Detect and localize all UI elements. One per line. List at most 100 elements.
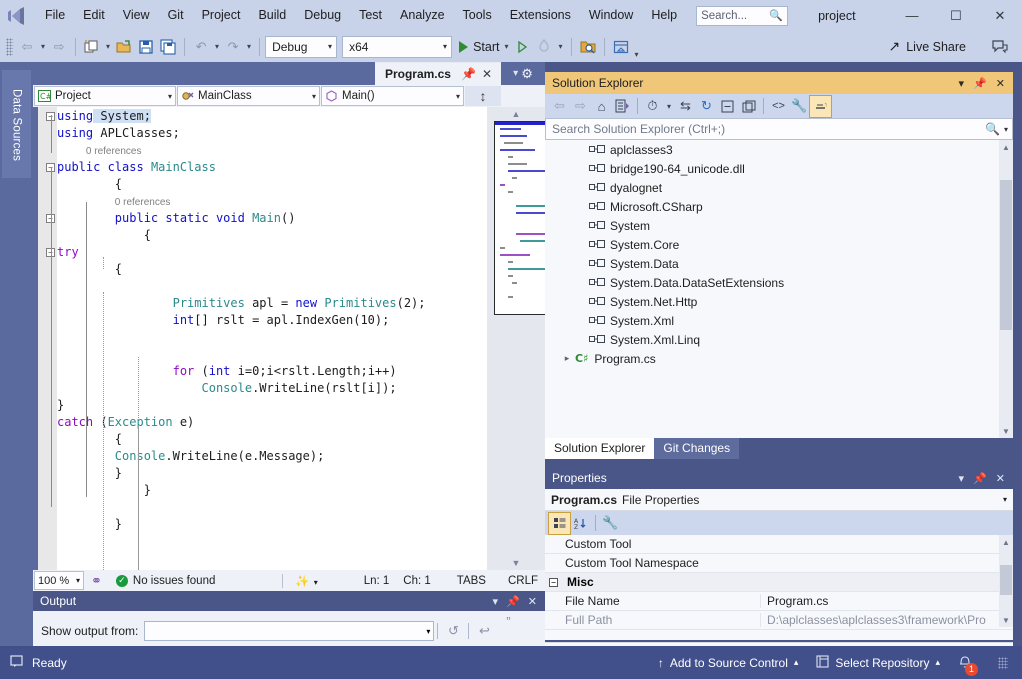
- menu-build[interactable]: Build: [249, 0, 295, 31]
- redo-icon[interactable]: ↷: [222, 35, 244, 59]
- scroll-up-icon[interactable]: ▲: [487, 107, 545, 121]
- pin-icon[interactable]: 📌: [973, 472, 987, 485]
- collapse-all-icon[interactable]: [717, 96, 738, 117]
- show-all-files-icon[interactable]: [738, 96, 759, 117]
- code-line[interactable]: try: [57, 244, 487, 261]
- tree-item[interactable]: System.Xml.Linq: [545, 330, 1013, 349]
- solution-platform-select[interactable]: x64 ▾: [342, 36, 452, 58]
- navigate-back-icon[interactable]: ⇦: [549, 96, 570, 117]
- scroll-down-icon[interactable]: ▼: [999, 424, 1013, 438]
- editor-gutter[interactable]: [38, 107, 57, 570]
- code-line[interactable]: {: [57, 261, 487, 278]
- toggle-quotes-icon[interactable]: ”: [496, 611, 520, 631]
- close-button[interactable]: ✕: [978, 0, 1022, 31]
- navbar-project-select[interactable]: C# Project ▾: [34, 86, 176, 106]
- properties-row[interactable]: Custom Tool Namespace: [545, 554, 1013, 573]
- tree-item[interactable]: System.Data.DataSetExtensions: [545, 273, 1013, 292]
- toolbar-overflow-icon[interactable]: ▾: [632, 50, 642, 62]
- new-project-dropdown-icon[interactable]: ▾: [103, 42, 113, 51]
- tree-item[interactable]: System.Data: [545, 254, 1013, 273]
- menu-tools[interactable]: Tools: [454, 0, 501, 31]
- scrollbar-thumb[interactable]: [1000, 180, 1012, 330]
- resize-grip[interactable]: [998, 657, 1008, 669]
- undo-dropdown-icon[interactable]: ▾: [212, 42, 222, 51]
- search-input[interactable]: Search... 🔍: [696, 6, 788, 26]
- window-layout-icon[interactable]: [610, 35, 632, 59]
- hot-reload-icon[interactable]: [533, 35, 555, 59]
- tree-item[interactable]: System.Core: [545, 235, 1013, 254]
- navigate-back-dropdown-icon[interactable]: ▾: [38, 42, 48, 51]
- tree-item[interactable]: System: [545, 216, 1013, 235]
- editor-minimap[interactable]: [494, 121, 545, 315]
- toolbar-grip[interactable]: [6, 38, 13, 56]
- chevron-down-icon[interactable]: ▾: [1004, 125, 1008, 134]
- menu-debug[interactable]: Debug: [295, 0, 350, 31]
- word-wrap-icon[interactable]: ↩: [472, 621, 496, 641]
- properties-row[interactable]: Custom Tool: [545, 535, 1013, 554]
- code-line[interactable]: }: [57, 397, 487, 414]
- navbar-member-select[interactable]: Main() ▾: [321, 86, 464, 106]
- play-outline-icon[interactable]: [511, 35, 533, 59]
- category-collapse-icon[interactable]: −: [549, 578, 558, 587]
- code-line[interactable]: public class MainClass: [57, 159, 487, 176]
- pin-icon[interactable]: 📌: [458, 67, 479, 81]
- add-to-source-control-button[interactable]: ↑ Add to Source Control ▴: [658, 656, 799, 670]
- chevron-down-icon[interactable]: ▾: [663, 96, 675, 117]
- view-code-icon[interactable]: <>: [768, 96, 789, 117]
- editor-tab-program-cs[interactable]: Program.cs 📌 ✕: [375, 62, 501, 85]
- categorized-icon[interactable]: [549, 513, 570, 534]
- tab-git-changes[interactable]: Git Changes: [654, 438, 739, 459]
- show-output-from-select[interactable]: ▾: [144, 621, 434, 641]
- undo-icon[interactable]: ↶: [190, 35, 212, 59]
- tree-item[interactable]: aplclasses3: [545, 140, 1013, 159]
- code-line[interactable]: catch (Exception e): [57, 414, 487, 431]
- menu-help[interactable]: Help: [642, 0, 686, 31]
- select-repository-button[interactable]: Select Repository ▴: [816, 655, 940, 671]
- code-line[interactable]: using APLClasses;: [57, 125, 487, 142]
- tab-solution-explorer[interactable]: Solution Explorer: [545, 438, 654, 459]
- code-text[interactable]: using System;using APLClasses; 0 referen…: [57, 107, 487, 570]
- code-line[interactable]: public static void Main(): [57, 210, 487, 227]
- zoom-level-select[interactable]: 100 % ▾: [34, 571, 84, 590]
- menu-window[interactable]: Window: [580, 0, 642, 31]
- minimize-button[interactable]: —: [890, 0, 934, 31]
- menu-analyze[interactable]: Analyze: [391, 0, 453, 31]
- navigate-back-icon[interactable]: ⇦: [16, 35, 38, 59]
- notifications-button[interactable]: 1: [958, 654, 972, 672]
- menu-file[interactable]: File: [36, 0, 74, 31]
- code-line[interactable]: {: [57, 227, 487, 244]
- properties-row[interactable]: File NameProgram.cs: [545, 592, 1013, 611]
- code-line[interactable]: Primitives apl = new Primitives(2);: [57, 295, 487, 312]
- brain-icon[interactable]: ⚭: [84, 573, 109, 589]
- scrollbar-thumb[interactable]: [1000, 565, 1012, 595]
- tree-item[interactable]: System.Net.Http: [545, 292, 1013, 311]
- split-editor-icon[interactable]: ↕: [465, 86, 501, 106]
- alphabetical-sort-icon[interactable]: AZ: [570, 513, 591, 534]
- gear-icon[interactable]: ⚙: [521, 66, 533, 82]
- close-icon[interactable]: ✕: [996, 472, 1005, 485]
- scroll-down-icon[interactable]: ▼: [487, 556, 545, 570]
- close-icon[interactable]: ✕: [479, 67, 495, 81]
- close-icon[interactable]: ✕: [996, 77, 1005, 90]
- solution-explorer-view-icon[interactable]: [612, 96, 633, 117]
- scroll-up-icon[interactable]: ▲: [999, 140, 1013, 154]
- start-dropdown-icon[interactable]: ▾: [501, 42, 511, 51]
- menu-view[interactable]: View: [114, 0, 159, 31]
- save-all-icon[interactable]: [157, 35, 179, 59]
- solution-explorer-search-input[interactable]: Search Solution Explorer (Ctrl+;) 🔍 ▾: [545, 118, 1013, 140]
- code-line[interactable]: [57, 329, 487, 346]
- code-line[interactable]: [57, 499, 487, 516]
- code-line[interactable]: }: [57, 516, 487, 533]
- code-line[interactable]: for (int i=0;i<rslt.Length;i++): [57, 363, 487, 380]
- properties-scrollbar[interactable]: ▲ ▼: [999, 535, 1013, 627]
- property-value[interactable]: D:\aplclasses\aplclasses3\framework\Pro: [760, 613, 1013, 627]
- home-icon[interactable]: ⌂: [591, 96, 612, 117]
- code-line[interactable]: Console.WriteLine(e.Message);: [57, 448, 487, 465]
- code-line[interactable]: }: [57, 482, 487, 499]
- open-file-icon[interactable]: [113, 35, 135, 59]
- code-line[interactable]: using System;: [57, 108, 487, 125]
- tree-item[interactable]: Microsoft.CSharp: [545, 197, 1013, 216]
- tree-item[interactable]: System.Xml: [545, 311, 1013, 330]
- pending-changes-icon[interactable]: ⏱: [642, 96, 663, 117]
- chevron-down-icon[interactable]: ▾: [493, 595, 499, 608]
